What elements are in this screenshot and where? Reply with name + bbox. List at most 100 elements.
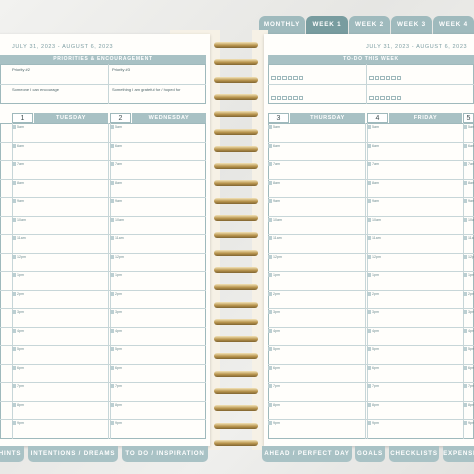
hour-marker — [12, 365, 16, 370]
todo-checkbox[interactable] — [391, 75, 396, 80]
day-number-5: 5 — [463, 113, 474, 123]
tab-week-1[interactable]: WEEK 1 — [306, 16, 348, 34]
priorities-header: PRIORITIES & ENCOURAGEMENT — [0, 55, 206, 64]
todo-checkbox-row[interactable] — [271, 87, 304, 105]
hour-rule — [0, 400, 206, 402]
hour-label: 5am — [468, 125, 474, 129]
hour-label: 8am — [273, 180, 280, 185]
tab-week-4[interactable]: WEEK 4 — [433, 16, 474, 34]
todo-checkbox[interactable] — [396, 75, 401, 80]
todo-checkbox[interactable] — [380, 75, 385, 80]
hour-rule — [0, 271, 206, 272]
hour-label: 6am — [468, 143, 474, 148]
todo-checkbox-row[interactable] — [369, 87, 402, 105]
spiral-ring — [214, 284, 258, 291]
hour-label: 1pm — [372, 273, 379, 277]
todo-checkbox-row[interactable] — [271, 67, 304, 85]
hour-marker — [110, 199, 114, 203]
day-grid-left[interactable] — [0, 123, 206, 439]
hour-label: 6pm — [468, 365, 474, 370]
hour-marker — [268, 365, 272, 370]
todo-checkbox[interactable] — [271, 95, 276, 100]
hour-label: 12pm — [468, 254, 474, 259]
todo-checkbox[interactable] — [287, 75, 292, 80]
hour-marker — [367, 199, 371, 203]
todo-checkbox-row[interactable] — [369, 67, 402, 85]
todo-checkbox[interactable] — [298, 95, 303, 100]
tab-week-2[interactable]: WEEK 2 — [349, 16, 390, 34]
todo-checkbox[interactable] — [282, 95, 287, 100]
todo-checkbox[interactable] — [293, 95, 298, 100]
hour-label: 4pm — [468, 328, 474, 333]
hour-rule — [268, 252, 474, 254]
hour-marker — [268, 402, 272, 407]
hour-rule — [0, 363, 206, 365]
hour-label: 10am — [372, 217, 381, 222]
hour-label: 7pm — [115, 384, 122, 388]
tab-checklists[interactable]: CHECKLISTS — [389, 446, 439, 462]
spiral-ring — [214, 145, 258, 152]
hour-marker — [110, 125, 114, 129]
hour-label: 2pm — [115, 291, 122, 296]
todo-checkbox[interactable] — [385, 95, 390, 100]
todo-checkbox[interactable] — [391, 95, 396, 100]
hour-label: 12pm — [17, 254, 26, 259]
hour-label: 7pm — [372, 384, 379, 388]
hour-label: 4pm — [115, 328, 122, 333]
todo-checkbox[interactable] — [298, 75, 303, 80]
hour-rule — [268, 234, 474, 235]
tab-todo-inspiration[interactable]: TO DO / INSPIRATION — [122, 446, 208, 462]
hour-marker — [12, 421, 16, 425]
tab-week-3[interactable]: WEEK 3 — [391, 16, 432, 34]
hour-marker — [367, 217, 371, 222]
hour-marker — [268, 162, 272, 166]
day-grid-right[interactable] — [268, 123, 474, 439]
tab-expenses[interactable]: EXPENSES — [443, 446, 474, 462]
todo-checkbox[interactable] — [282, 75, 287, 80]
spiral-ring — [214, 405, 258, 412]
left-day-divider-b — [108, 123, 109, 439]
todo-checkbox[interactable] — [396, 95, 401, 100]
hour-marker — [367, 328, 371, 333]
hour-marker — [110, 180, 114, 185]
hour-rule — [268, 197, 474, 198]
hour-label: 6am — [17, 143, 24, 148]
spiral-ring — [214, 249, 258, 256]
todo-checkbox[interactable] — [380, 95, 385, 100]
hour-rule — [268, 419, 474, 420]
hour-label: 7pm — [273, 384, 280, 388]
tab-hints[interactable]: HINTS — [0, 446, 24, 462]
hour-label: 11am — [468, 236, 474, 240]
hour-label: 10am — [273, 217, 282, 222]
hour-marker — [367, 402, 371, 407]
tab-intentions-dreams[interactable]: INTENTIONS / DREAMS — [28, 446, 118, 462]
hour-marker — [12, 291, 16, 296]
spiral-ring — [214, 59, 258, 66]
hour-rule — [0, 289, 206, 291]
todo-checkbox[interactable] — [369, 75, 374, 80]
tab-goals[interactable]: GOALS — [355, 446, 385, 462]
spiral-ring — [214, 215, 258, 221]
hour-label: 4pm — [372, 328, 379, 333]
todo-checkbox[interactable] — [369, 95, 374, 100]
hour-marker — [110, 162, 114, 166]
todo-checkbox[interactable] — [385, 75, 390, 80]
hour-label: 2pm — [468, 291, 474, 296]
tab-ahead-perfect-day[interactable]: AHEAD / PERFECT DAY — [262, 446, 352, 462]
hour-marker — [12, 162, 16, 166]
todo-checkbox[interactable] — [293, 75, 298, 80]
day-number-4: 4 — [367, 113, 388, 123]
todo-checkbox[interactable] — [271, 75, 276, 80]
todo-checkbox[interactable] — [374, 95, 379, 100]
todo-checkbox[interactable] — [374, 75, 379, 80]
hour-label: 7am — [17, 162, 24, 166]
todo-checkbox[interactable] — [276, 95, 281, 100]
hour-marker — [12, 328, 16, 333]
hour-marker — [463, 199, 467, 203]
todo-checkbox[interactable] — [276, 75, 281, 80]
todo-checkbox[interactable] — [287, 95, 292, 100]
priorities-rule — [0, 84, 206, 85]
hour-marker — [268, 291, 272, 296]
hour-label: 9am — [468, 199, 474, 203]
hour-rule — [268, 215, 474, 217]
